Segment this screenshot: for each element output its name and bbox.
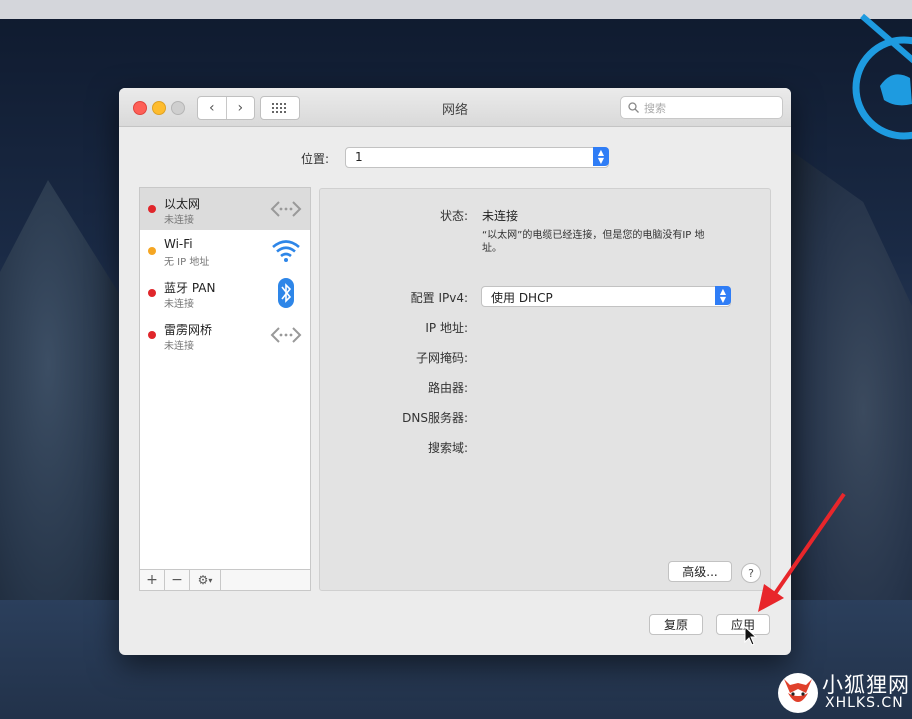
ipv4-config-select[interactable]: 使用 DHCP ▲ ▼ [481, 286, 731, 307]
service-item-thunderbolt-bridge[interactable]: 雷雳网桥 未连接 [140, 314, 310, 356]
service-actions-button[interactable]: ⚙ ▾ [190, 570, 221, 590]
plus-icon: + [146, 572, 158, 588]
watermark: 小狐狸网 XHLKS.CN [776, 666, 912, 719]
location-select[interactable]: 1 ▲ ▼ [345, 147, 609, 168]
ethernet-arrows-icon [270, 201, 302, 217]
wifi-icon [272, 240, 300, 262]
ethernet-arrows-icon [270, 327, 302, 343]
service-name: 雷雳网桥 [164, 323, 213, 337]
service-status: 未连接 [164, 299, 194, 310]
search-icon [628, 102, 639, 113]
gear-icon: ⚙ [197, 573, 209, 587]
service-name: 以太网 [164, 197, 201, 211]
title-bar: ‹ › 网络 搜索 [119, 88, 791, 127]
minus-icon: − [171, 572, 183, 588]
dns-server-label: DNS服务器: [402, 411, 468, 425]
service-name: 蓝牙 PAN [164, 281, 216, 295]
status-note: “以太网”的电缆已经连接，但是您的电脑没有IP 地址。 [482, 230, 705, 254]
status-dot-yellow [148, 247, 156, 255]
search-domain-label: 搜索域: [427, 441, 468, 455]
service-item-bluetooth-pan[interactable]: 蓝牙 PAN 未连接 [140, 272, 310, 314]
ip-address-label: IP 地址: [425, 321, 468, 335]
watermark-en-text: XHLKS.CN [825, 695, 904, 711]
menu-bar [0, 0, 912, 19]
status-dot-red [148, 205, 156, 213]
service-detail-panel: 状态: 未连接 “以太网”的电缆已经连接，但是您的电脑没有IP 地址。 配置 I… [319, 188, 771, 591]
service-item-ethernet[interactable]: 以太网 未连接 [140, 188, 310, 230]
status-dot-red [148, 331, 156, 339]
ipv4-value: 使用 DHCP [491, 291, 553, 305]
updown-chevron-icon: ▲ ▼ [593, 147, 609, 166]
service-status: 无 IP 地址 [164, 257, 210, 268]
mouse-cursor-icon [744, 626, 758, 646]
service-name: Wi-Fi [164, 237, 193, 251]
revert-button[interactable]: 复原 [649, 614, 703, 635]
search-placeholder: 搜索 [644, 101, 666, 115]
ipv4-label: 配置 IPv4: [410, 291, 468, 305]
network-preferences-window: ‹ › 网络 搜索 位置: 1 ▲ ▼ 以太网 未连接 Wi-Fi 无 IP 地… [119, 88, 791, 655]
service-status: 未连接 [164, 341, 194, 352]
corner-logo-icon [852, 13, 912, 140]
status-value: 未连接 [482, 209, 519, 223]
subnet-mask-label: 子网掩码: [415, 351, 468, 365]
status-label: 状态: [439, 209, 468, 223]
service-status: 未连接 [164, 215, 194, 226]
add-service-button[interactable]: + [140, 570, 165, 590]
service-list-toolbar: + − ⚙ ▾ [140, 569, 310, 590]
location-label: 位置: [301, 152, 330, 166]
location-value: 1 [355, 150, 363, 164]
router-label: 路由器: [427, 381, 468, 395]
service-item-wifi[interactable]: Wi-Fi 无 IP 地址 [140, 230, 310, 272]
search-field[interactable]: 搜索 [620, 96, 783, 119]
updown-chevron-icon: ▲ ▼ [715, 286, 731, 305]
service-list: 以太网 未连接 Wi-Fi 无 IP 地址 蓝牙 PAN 未连接 雷雳网桥 未连… [139, 187, 311, 591]
remove-service-button[interactable]: − [165, 570, 190, 590]
advanced-button[interactable]: 高级... [668, 561, 732, 582]
chevron-down-icon: ▾ [208, 575, 213, 585]
desktop-mountain-left [0, 180, 120, 640]
status-dot-red [148, 289, 156, 297]
fox-logo-icon [778, 673, 818, 713]
annotation-arrow-icon [758, 492, 846, 612]
bluetooth-icon [278, 278, 294, 308]
